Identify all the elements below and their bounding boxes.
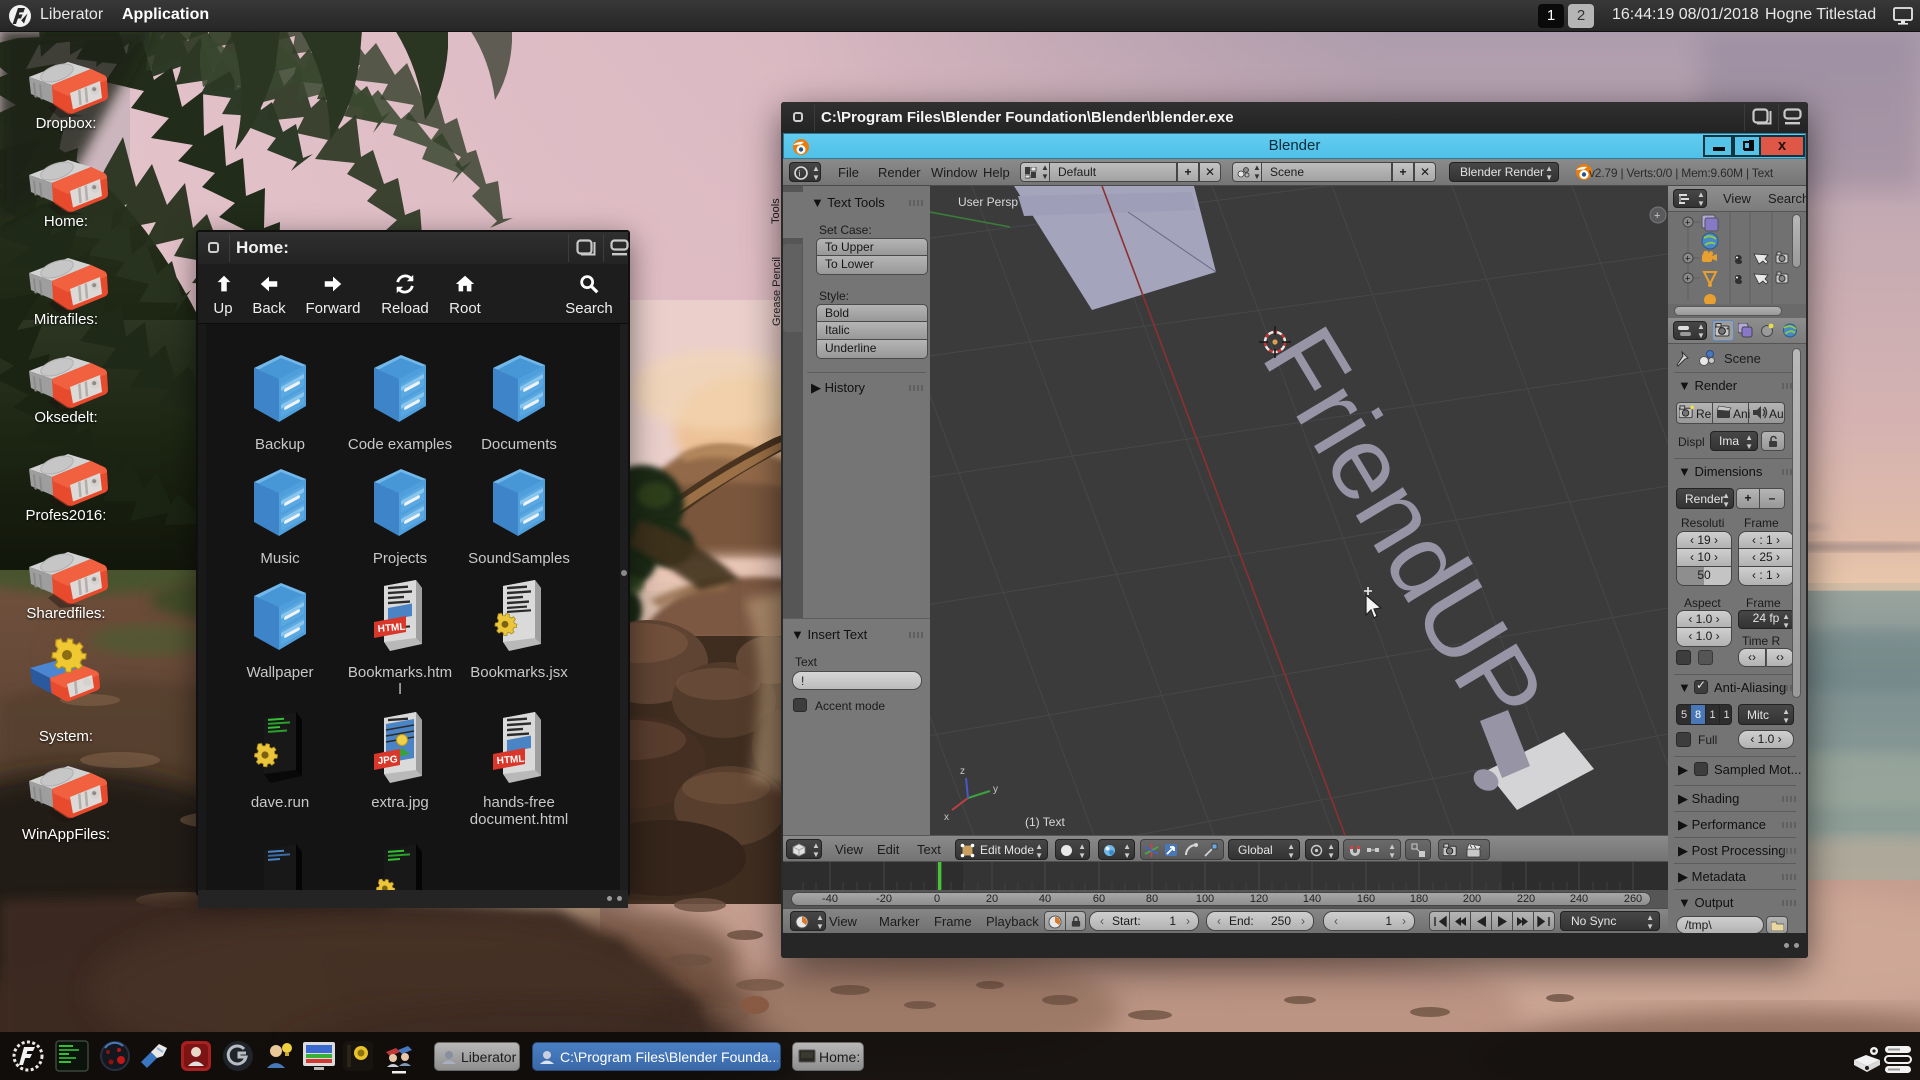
svg-text:(1) Text: (1) Text [1025,815,1065,829]
svg-text:User Persp: User Persp [958,195,1018,209]
svg-text:+: + [1654,210,1660,222]
svg-text:z: z [960,766,965,777]
svg-text:+: + [1685,274,1690,284]
svg-text:FriendUP: FriendUP [1240,308,1566,744]
svg-text:+: + [1685,218,1690,228]
svg-text:JPG: JPG [377,754,398,767]
svg-text:i: i [799,169,801,179]
svg-text:+: + [1685,254,1690,264]
svg-text:y: y [993,784,998,795]
svg-text:x: x [944,812,949,823]
